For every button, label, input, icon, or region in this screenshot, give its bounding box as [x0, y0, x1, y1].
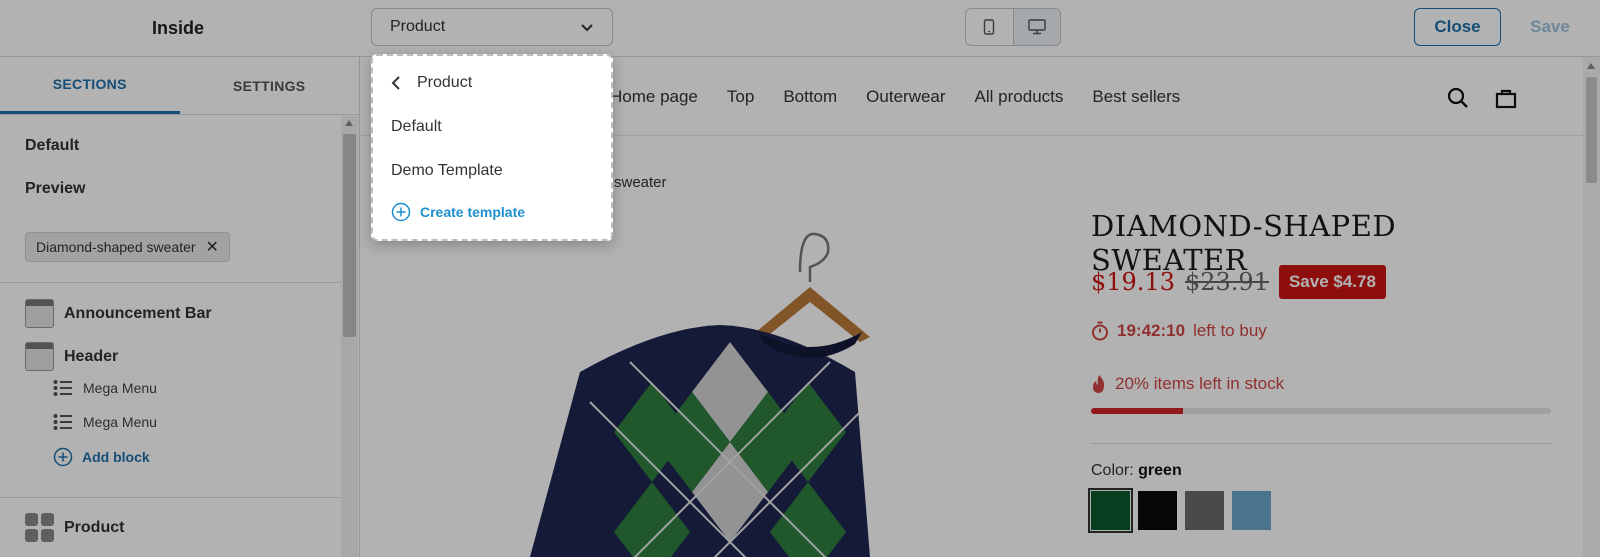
chevron-left-icon: [391, 76, 400, 90]
dropdown-back-label: Product: [417, 74, 473, 91]
modal-overlay[interactable]: [0, 0, 1600, 557]
dropdown-item-demo-template[interactable]: Demo Template: [391, 162, 503, 180]
template-dropdown-menu: Product Default Demo Template Create tem…: [371, 54, 613, 241]
dropdown-back-button[interactable]: Product: [391, 74, 472, 92]
create-template-button[interactable]: Create template: [391, 202, 525, 222]
plus-circle-icon: [391, 202, 411, 222]
dropdown-item-default[interactable]: Default: [391, 118, 442, 136]
create-template-label: Create template: [420, 204, 526, 220]
